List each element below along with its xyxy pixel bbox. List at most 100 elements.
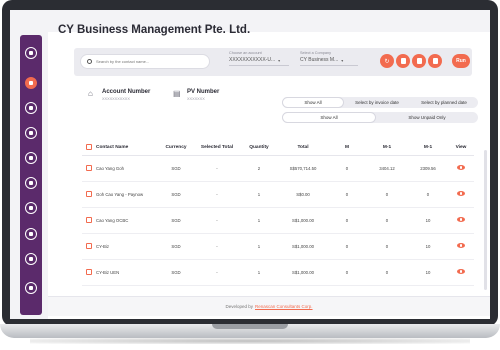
date-filter-toggle: Show All Select by invoice date Select b… — [282, 97, 478, 108]
search-icon — [87, 59, 92, 64]
row-checkbox[interactable] — [86, 216, 92, 223]
report-icon[interactable] — [25, 177, 37, 189]
export-button[interactable] — [396, 54, 410, 68]
table-row[interactable]: Goh Cao Yang - Paynow SGD - 1 S$0.00 0 0… — [82, 181, 474, 208]
refresh-button[interactable]: ↻ — [380, 54, 394, 68]
run-button[interactable]: Run — [452, 54, 470, 68]
cell-m: 0 — [328, 207, 366, 234]
print-icon — [432, 58, 438, 64]
header-m-1[interactable]: M-1 — [366, 141, 408, 156]
cell-contact-name: CY-Biz — [96, 233, 158, 260]
select-all-cell[interactable] — [82, 141, 96, 156]
chevron-down-icon: ▾ — [341, 57, 344, 63]
account-select[interactable]: Choose an account XXXXXXXXXXX-U... ▾ — [229, 51, 289, 72]
cell-m-1: 0 — [366, 181, 408, 208]
eye-icon[interactable] — [457, 217, 465, 222]
cell-selected-total: - — [194, 155, 240, 182]
toggle-show-all-2[interactable]: Show All — [282, 112, 376, 123]
document-button[interactable] — [412, 54, 426, 68]
list-icon[interactable] — [25, 102, 37, 114]
print-button[interactable] — [428, 54, 442, 68]
footer: Developed by Renascan Consultants Corp. — [48, 296, 490, 316]
table-row[interactable]: Cao Yang OCBC SGD - 1 S$1,000.00 0 0 10 — [82, 207, 474, 234]
export-icon — [400, 58, 406, 64]
home-icon[interactable] — [25, 77, 37, 89]
eye-icon[interactable] — [457, 165, 465, 170]
footer-text: Developed by — [225, 304, 253, 309]
cell-m-1: 0 — [366, 233, 408, 260]
chevron-down-icon: ▾ — [278, 57, 281, 63]
toggle-show-all[interactable]: Show All — [282, 97, 344, 108]
settings-icon[interactable] — [25, 152, 37, 164]
row-checkbox[interactable] — [86, 190, 92, 197]
table-row[interactable]: CY-Biz UEN SGD - 1 S$1,000.00 0 0 10 — [82, 259, 474, 286]
cell-currency: SGD — [158, 155, 194, 182]
cell-total: S$1,000.00 — [278, 233, 328, 260]
cell-contact-name: Cao Yang Goh — [96, 155, 158, 182]
header-selected-total[interactable]: Selected Total — [194, 141, 240, 156]
bank-icon: ⌂ — [88, 89, 93, 98]
gear-icon[interactable] — [25, 253, 37, 265]
cell-m-2: 10 — [408, 207, 448, 234]
cell-total: S$570,714.50 — [278, 155, 328, 182]
cell-m-1: 3404.12 — [366, 155, 408, 182]
cell-m: 0 — [328, 155, 366, 182]
cell-currency: SGD — [158, 207, 194, 234]
more-icon[interactable] — [25, 228, 37, 240]
account-select-label: Choose an account — [229, 51, 262, 55]
table-row[interactable]: Cao Yang Goh SGD - 2 S$570,714.50 0 3404… — [82, 155, 474, 182]
footer-link[interactable]: Renascan Consultants Corp. — [255, 304, 313, 309]
header-m-2[interactable]: M-1 — [408, 141, 448, 156]
header-currency[interactable]: Currency — [158, 141, 194, 156]
cell-m-2: 10 — [408, 259, 448, 286]
cell-currency: SGD — [158, 181, 194, 208]
cell-m-1: 0 — [366, 207, 408, 234]
eye-icon[interactable] — [457, 243, 465, 248]
toggle-invoice-date[interactable]: Select by invoice date — [344, 97, 410, 108]
header-quantity[interactable]: Quantity — [240, 141, 278, 156]
search-box[interactable] — [80, 54, 210, 69]
cell-quantity: 1 — [240, 259, 278, 286]
unpaid-filter-toggle: Show All Show Unpaid Only — [282, 112, 478, 123]
search-input[interactable] — [96, 59, 206, 64]
receipt-icon: ▤ — [173, 89, 181, 98]
block-icon[interactable] — [25, 202, 37, 214]
toggle-planned-date[interactable]: Select by planned date — [410, 97, 478, 108]
contacts-table: Contact Name Currency Selected Total Qua… — [82, 141, 474, 286]
table-row[interactable]: CY-Biz SGD - 1 S$1,000.00 0 0 10 — [82, 233, 474, 260]
row-checkbox[interactable] — [86, 268, 92, 275]
document-icon — [416, 58, 422, 64]
cell-m: 0 — [328, 181, 366, 208]
cell-quantity: 2 — [240, 155, 278, 182]
logout-icon[interactable] — [25, 282, 37, 294]
logo-icon[interactable] — [25, 47, 37, 59]
header-contact-name[interactable]: Contact Name — [96, 141, 158, 156]
refresh-icon: ↻ — [384, 58, 390, 65]
row-checkbox[interactable] — [86, 164, 92, 171]
eye-icon[interactable] — [457, 269, 465, 274]
cell-m-1: 0 — [366, 259, 408, 286]
cell-contact-name: Goh Cao Yang - Paynow — [96, 181, 158, 208]
cell-selected-total: - — [194, 259, 240, 286]
company-select[interactable]: Select a Company CY Business M... ▾ — [300, 51, 358, 72]
cell-currency: SGD — [158, 259, 194, 286]
scrollbar[interactable] — [484, 150, 487, 290]
header-total[interactable]: Total — [278, 141, 328, 156]
cell-contact-name: Cao Yang OCBC — [96, 207, 158, 234]
cell-m-2: 2309.56 — [408, 155, 448, 182]
cell-m: 0 — [328, 233, 366, 260]
cell-quantity: 1 — [240, 181, 278, 208]
select-all-checkbox[interactable] — [86, 143, 92, 150]
laptop-notch — [212, 324, 288, 329]
document-icon[interactable] — [25, 127, 37, 139]
cell-m-2: 0 — [408, 181, 448, 208]
cell-quantity: 1 — [240, 233, 278, 260]
cell-selected-total: - — [194, 233, 240, 260]
cell-total: S$0.00 — [278, 181, 328, 208]
eye-icon[interactable] — [457, 191, 465, 196]
header-m[interactable]: M — [328, 141, 366, 156]
row-checkbox[interactable] — [86, 242, 92, 249]
toggle-unpaid-only[interactable]: Show Unpaid Only — [376, 112, 478, 123]
sidebar — [20, 35, 42, 315]
cell-m: 0 — [328, 259, 366, 286]
